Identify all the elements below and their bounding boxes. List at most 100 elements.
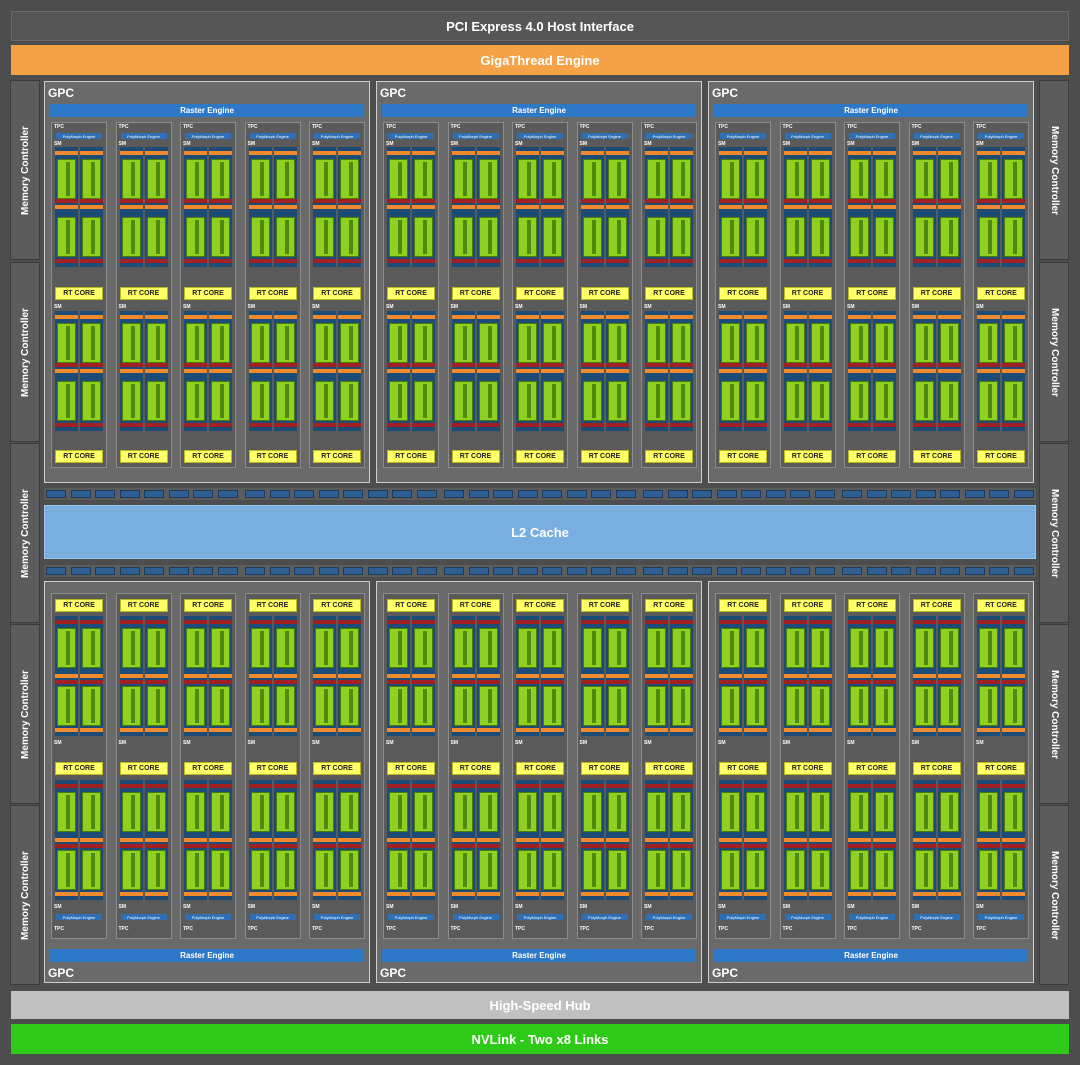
cuda-cores: [721, 217, 740, 257]
memory-controller-right: Memory Controller: [1039, 443, 1069, 623]
rt-core-label: RT CORE: [524, 453, 556, 460]
sm-register-stripe: [412, 844, 435, 848]
polymorph-engine-label: PolyMorph Engine: [588, 133, 621, 139]
sm-register-stripe: [937, 728, 961, 732]
host-interface-label: PCI Express 4.0 Host Interface: [446, 18, 634, 34]
polymorph-engine-label: PolyMorph Engine: [320, 914, 354, 920]
sm-processing-block: [719, 780, 742, 900]
sm-register-stripe: [783, 205, 807, 209]
cuda-cores: [340, 159, 359, 199]
sm-register-stripe: [184, 363, 207, 367]
rt-core-label: RT CORE: [653, 453, 685, 460]
polymorph-engine-label: PolyMorph Engine: [920, 914, 953, 920]
rt-core: RT CORE: [184, 762, 232, 775]
sm-processing-block: [977, 780, 1000, 900]
sm-block: [55, 311, 103, 431]
sm-processing-block: [937, 147, 961, 267]
sm-register-stripe: [451, 369, 475, 373]
tpc-block: TPC PolyMorph Engine SM RT CORE SM RT CORE: [51, 122, 107, 468]
cuda-cores: [607, 217, 627, 257]
l2-cache-slice: [318, 567, 339, 575]
sm-processing-block: [937, 780, 961, 900]
sm-processing-block: [605, 780, 629, 900]
sm-processing-block: [670, 311, 693, 431]
cuda-cores: [543, 792, 562, 832]
tpc-block: TPC PolyMorph Engine SM RT CORE SM RT CORE: [447, 122, 504, 468]
sm-processing-block: [912, 147, 936, 267]
rt-core: RT CORE: [313, 599, 361, 612]
sm-register-stripe: [645, 199, 668, 203]
sm-register-stripe: [848, 838, 871, 842]
sm-register-stripe: [912, 363, 936, 367]
sm-register-stripe: [873, 259, 896, 263]
cuda-cores: [647, 686, 666, 726]
sm-register-stripe: [248, 363, 272, 367]
sm-register-stripe: [873, 369, 896, 373]
cuda-cores: [582, 159, 602, 199]
rt-core: RT CORE: [516, 450, 564, 463]
cuda-cores: [453, 628, 473, 668]
sm-register-stripe: [670, 423, 693, 427]
sm-processing-block: [873, 147, 896, 267]
l2-cache-slice: [294, 567, 314, 575]
cuda-cores: [57, 323, 76, 363]
l2-cache-slice: [964, 567, 985, 575]
tpc-label: TPC: [118, 124, 129, 130]
sm-register-stripe: [605, 680, 629, 684]
sm-register-stripe: [144, 205, 168, 209]
cuda-cores: [939, 792, 959, 832]
sm-register-stripe: [313, 844, 336, 848]
sm-register-stripe: [144, 620, 168, 624]
cuda-cores: [543, 159, 562, 199]
l2-cache-slice: [217, 567, 238, 575]
sm-register-stripe: [516, 259, 539, 263]
sm-register-stripe: [476, 205, 500, 209]
sm-register-stripe: [808, 423, 832, 427]
sm-register-stripe: [412, 784, 435, 788]
cuda-cores: [672, 792, 691, 832]
cuda-cores: [939, 381, 959, 421]
sm-processing-block: [1002, 780, 1025, 900]
sm-register-stripe: [80, 151, 103, 155]
sm-register-stripe: [873, 315, 896, 319]
cuda-cores: [121, 381, 141, 421]
sm-register-stripe: [873, 620, 896, 624]
sm-block: [451, 311, 500, 431]
sm-register-stripe: [937, 315, 961, 319]
sm-register-stripe: [645, 315, 668, 319]
cuda-cores: [275, 381, 295, 421]
cuda-cores: [875, 686, 894, 726]
sm-register-stripe: [451, 892, 475, 896]
sm-register-stripe: [273, 151, 297, 155]
sm-register-stripe: [387, 680, 410, 684]
sm-register-stripe: [912, 423, 936, 427]
sm-processing-block: [248, 147, 272, 267]
sm-register-stripe: [313, 205, 336, 209]
l2-cache-slice: [95, 567, 115, 575]
sm-register-stripe: [387, 838, 410, 842]
rt-core: RT CORE: [387, 287, 435, 300]
sm-register-stripe: [848, 844, 871, 848]
sm-register-stripe: [937, 620, 961, 624]
sm-register-stripe: [1002, 205, 1025, 209]
sm-register-stripe: [80, 205, 103, 209]
sm-register-stripe: [580, 363, 604, 367]
sm-register-stripe: [719, 844, 742, 848]
sm-register-stripe: [977, 728, 1000, 732]
sm-register-stripe: [977, 892, 1000, 896]
sm-register-stripe: [783, 199, 807, 203]
sm-block: [580, 147, 629, 267]
sm-processing-block: [387, 616, 410, 736]
sm-block: [645, 780, 693, 900]
rt-core-label: RT CORE: [920, 765, 953, 772]
l2-cache-slice: [790, 567, 810, 575]
sm-register-stripe: [670, 680, 693, 684]
polymorph-engine-label: PolyMorph Engine: [791, 133, 824, 139]
cuda-cores: [1004, 792, 1023, 832]
tpc-label: TPC: [450, 926, 461, 932]
sm-register-stripe: [873, 838, 896, 842]
rt-core-label: RT CORE: [791, 290, 824, 297]
cuda-cores: [582, 323, 602, 363]
sm-register-stripe: [273, 674, 297, 678]
tpc-label: TPC: [718, 926, 728, 932]
